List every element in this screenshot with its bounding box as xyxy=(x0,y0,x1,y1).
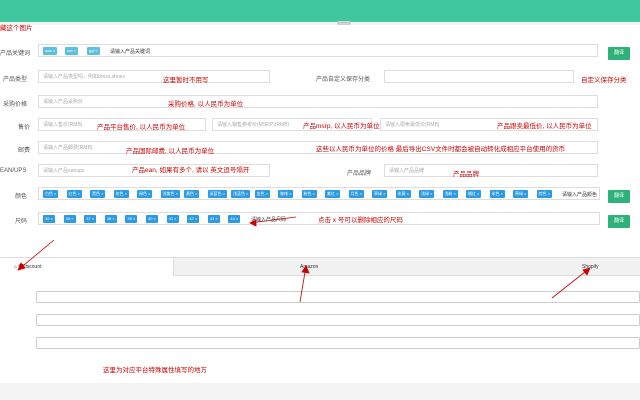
product-type-input[interactable]: 请输入产品类型吗，例如dress,shoes xyxy=(38,70,270,83)
size-tag[interactable]: 41 × xyxy=(166,215,179,223)
color-tag[interactable]: 红色 × xyxy=(66,190,82,198)
shipping-label: 邮费 xyxy=(18,148,31,154)
annotation-min-price: 产品跟卖最低价, 以人民币为单位 xyxy=(497,123,592,130)
size-tag[interactable]: 44 × xyxy=(228,215,241,223)
sizes-label: 尺码 xyxy=(15,219,28,225)
brand-input[interactable]: 请输入产品品牌 xyxy=(384,164,598,177)
color-tag[interactable]: 米黄 × xyxy=(395,190,411,198)
keyword-tag[interactable]: ggf × xyxy=(87,47,101,55)
color-tag[interactable]: 绿色 × xyxy=(137,190,153,198)
tab-amazon[interactable]: Amazon xyxy=(300,258,318,276)
color-tag[interactable]: 紫红 × xyxy=(325,190,341,198)
color-tag[interactable]: 黑色 × xyxy=(90,190,106,198)
keywords-label: 产品关键词 xyxy=(0,51,31,57)
colors-tag-input[interactable]: 白色 × 红色 × 黑色 × 灰色 × 绿色 × 浅紫色 × 黄色 × 深蓝色 × 浅蓝色 × 金… xyxy=(38,187,600,200)
color-tag[interactable]: 米色 × xyxy=(489,190,505,198)
page: 产品关键词 aaa × ww × ggf × 请输入产品关键词 翻译 产品类型 … xyxy=(0,0,640,400)
brand-label: 产品品牌 xyxy=(347,171,372,177)
size-tag[interactable]: 40 × xyxy=(146,215,158,223)
color-tag[interactable]: 月色 × xyxy=(348,190,364,198)
color-tag[interactable]: 草绿 × xyxy=(372,190,388,198)
tab-strip-background xyxy=(174,258,640,276)
color-tag[interactable]: 黄色 × xyxy=(184,190,200,198)
tab-cdiscount-label: CDiscount xyxy=(18,264,42,270)
color-tag[interactable]: 浅蓝色 × xyxy=(231,190,251,198)
annotation-platform-area: 这里为对应平台特殊属性填写的地方 xyxy=(103,367,207,374)
color-tag[interactable]: 粉色 × xyxy=(301,190,317,198)
purchase-price-label: 采购价格 xyxy=(3,102,28,108)
annotation-sale-price: 产品平台售价, 以人民币为单位 xyxy=(97,124,186,131)
annotation-msrp: 产品msrp, 以人民币为单位 xyxy=(303,123,380,130)
annotation-size-delete: 点击 x 号可以删除相应的尺码 xyxy=(318,217,403,224)
platform-attribute-field[interactable] xyxy=(36,314,640,326)
annotation-ean: 产品ean, 如果有多个, 请以 英文逗号隔开 xyxy=(132,167,250,174)
translate-keywords-button[interactable]: 翻译 xyxy=(608,47,630,60)
color-tag[interactable]: 棕色 × xyxy=(536,190,552,198)
keywords-placeholder: 请输入产品关键词 xyxy=(110,49,151,55)
color-tag[interactable]: 浅绿 × xyxy=(419,190,435,198)
annotation-brand: 产品品牌 xyxy=(453,171,479,178)
product-type-label: 产品类型 xyxy=(3,77,28,83)
color-tag[interactable]: 草绿 × xyxy=(513,190,529,198)
size-tag[interactable]: 39 × xyxy=(125,215,138,223)
size-tag[interactable]: 35 × xyxy=(43,215,55,223)
color-tag[interactable]: 浅粉 × xyxy=(442,190,458,198)
purchase-price-input[interactable]: 请输入产品采购价 xyxy=(38,95,598,108)
color-placeholder: 请输入产品颜色 xyxy=(562,192,598,198)
platform-attribute-field[interactable] xyxy=(36,337,640,349)
custom-category-label: 产品自定义保存分类 xyxy=(316,77,371,83)
size-tag[interactable]: 37 × xyxy=(84,215,97,223)
custom-category-input[interactable] xyxy=(384,70,574,83)
home-icon: ⌂ xyxy=(14,264,18,270)
color-tag[interactable]: 橘红 × xyxy=(466,190,482,198)
size-tag[interactable]: 36 × xyxy=(63,215,76,223)
color-tag[interactable]: 白色 × xyxy=(43,190,59,198)
annotation-currency: 这些以人民币为单位的价格 最后导出CSV文件时都会被自动转化成相应平台使用的货币 xyxy=(316,146,566,153)
color-tag[interactable]: 咖啡 × xyxy=(278,190,294,198)
color-tag[interactable]: 深蓝色 × xyxy=(207,190,227,198)
keywords-tag-input[interactable]: aaa × ww × ggf × 请输入产品关键词 xyxy=(38,44,598,57)
translate-colors-button[interactable]: 翻译 xyxy=(608,190,630,203)
translate-sizes-button[interactable]: 翻译 xyxy=(608,215,630,228)
annotation-custom-category: 自定义保存分类 xyxy=(581,77,627,84)
size-tag[interactable]: 43 × xyxy=(207,215,220,223)
annotation-hide-image: 藏这个图片 xyxy=(0,25,33,32)
platform-tabs-panel: ⌂ CDiscount Amazon Shopify 这里为对应平台特殊属性填写… xyxy=(0,257,640,383)
tab-shopify[interactable]: Shopify xyxy=(582,258,599,276)
top-bar xyxy=(0,0,640,22)
size-tag[interactable]: 42 × xyxy=(187,215,200,223)
sale-price-label: 售价 xyxy=(18,125,31,131)
tab-cdiscount[interactable]: ⌂ CDiscount xyxy=(0,258,174,276)
ean-label: EAN/UPS xyxy=(0,168,27,174)
colors-label: 颜色 xyxy=(15,194,28,200)
color-tag[interactable]: 灰色 × xyxy=(113,190,129,198)
annotation-shipping: 产品国际邮费, 以人民币为单位 xyxy=(126,148,215,155)
annotation-purchase-price: 采购价格, 以人民币为单位 xyxy=(168,101,244,108)
platform-attribute-field[interactable] xyxy=(36,291,640,303)
annotation-product-type: 这里暂时不用写 xyxy=(163,77,209,84)
keyword-tag[interactable]: aaa × xyxy=(43,47,58,55)
color-tag[interactable]: 金色 × xyxy=(254,190,270,198)
size-tag[interactable]: 38 × xyxy=(104,215,117,223)
color-tag[interactable]: 浅紫色 × xyxy=(160,190,180,198)
size-placeholder: 请输入产品尺码 xyxy=(251,217,287,223)
keyword-tag[interactable]: ww × xyxy=(65,47,79,55)
